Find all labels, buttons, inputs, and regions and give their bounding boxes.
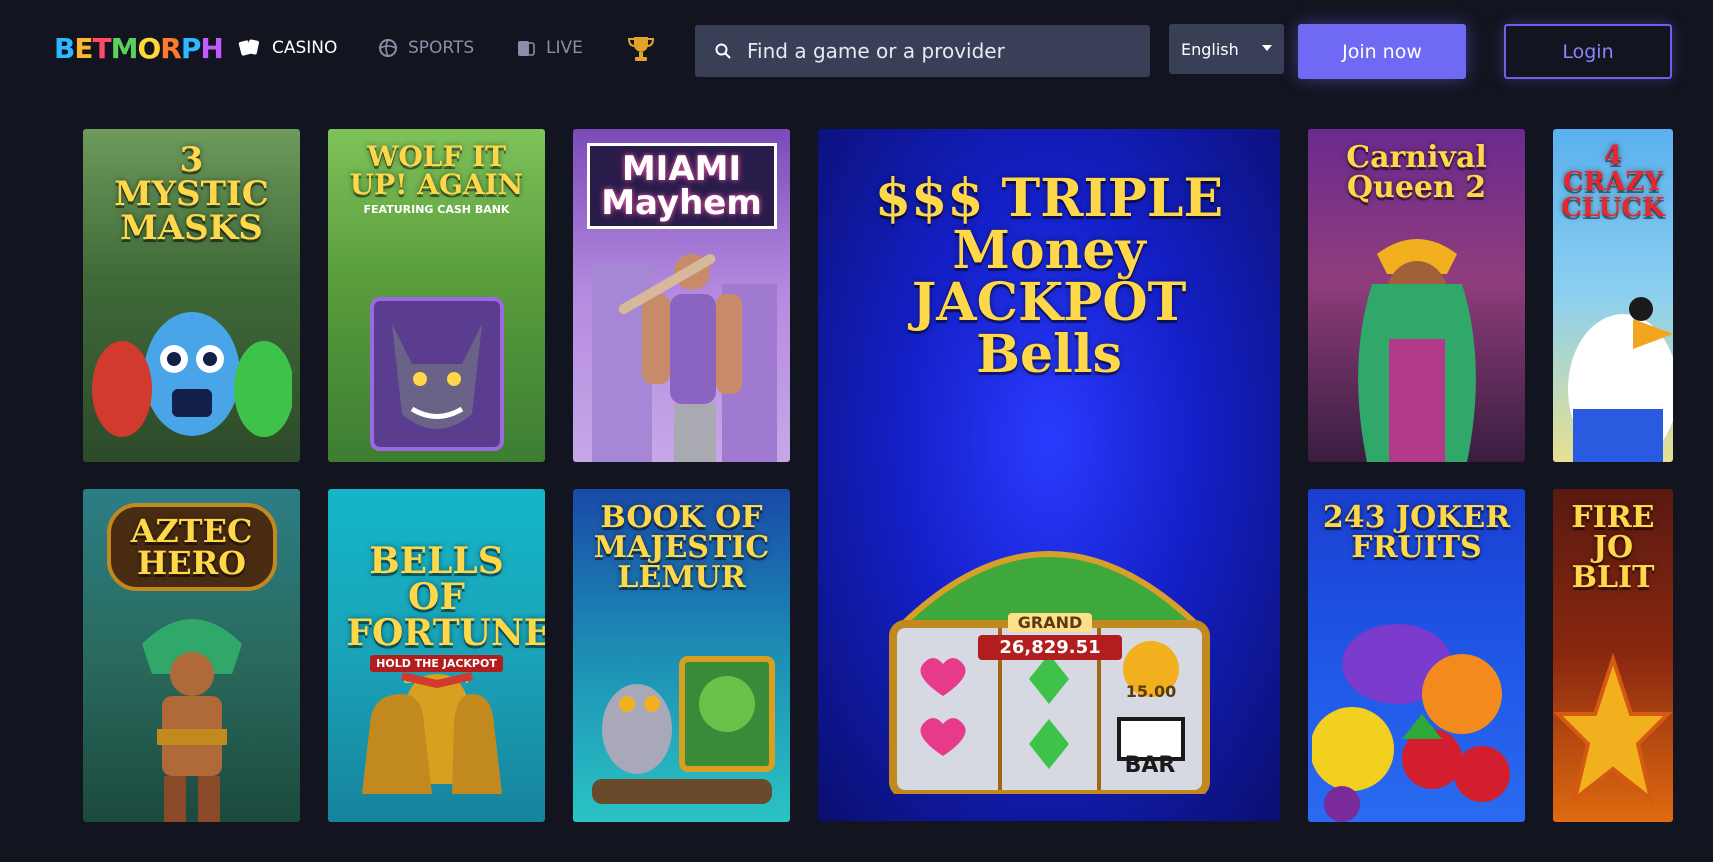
game-tile-3-mystic-masks[interactable]: 3 MYSTIC MASKS: [83, 129, 300, 462]
game-tile-book-of-majestic-lemur[interactable]: BOOK OF MAJESTIC LEMUR: [573, 489, 790, 822]
chevron-down-icon: [1262, 45, 1272, 51]
game-title: 3 MYSTIC MASKS: [114, 140, 269, 248]
nav-casino-label: CASINO: [272, 38, 338, 58]
game-tile-triple-money-jackpot-bells[interactable]: $$$ TRIPLE Money JACKPOT Bells GRAND 26,…: [818, 129, 1280, 821]
game-title: WOLF IT UP! AGAIN: [349, 140, 524, 201]
grand-jackpot-value: 26,829.51: [978, 635, 1122, 660]
game-title: MIAMI Mayhem: [586, 143, 777, 229]
warrior-art: [141, 619, 242, 822]
game-tile-miami-mayhem[interactable]: MIAMI Mayhem: [573, 129, 790, 462]
login-button[interactable]: Login: [1504, 24, 1672, 79]
search-input[interactable]: [747, 39, 1127, 63]
nav-live[interactable]: LIVE: [516, 38, 583, 58]
game-title: 243 JOKER FRUITS: [1322, 500, 1511, 565]
live-dealer-icon: [518, 41, 535, 56]
nav-sports[interactable]: SPORTS: [378, 38, 474, 58]
top-header: BETMORPH CASINO SPORTS LIVE Find a game …: [0, 0, 1713, 100]
game-title: FIRE JO BLIT: [1571, 500, 1655, 595]
ball-icon: [379, 39, 397, 57]
game-tile-fire-joker-blitz[interactable]: FIRE JO BLIT: [1553, 489, 1673, 822]
wolf-art: [369, 297, 504, 451]
game-title: AZTEC HERO: [106, 503, 277, 591]
game-tile-wolf-it-up-again[interactable]: WOLF IT UP! AGAIN FEATURING CASH BANK: [328, 129, 545, 462]
bells-art: [361, 672, 502, 794]
star-art: [1553, 652, 1673, 805]
bar-symbol: BAR: [1124, 753, 1176, 778]
trophy-icon: [627, 37, 655, 61]
lemur-art: [591, 656, 775, 804]
game-tile-carnival-queen-2[interactable]: Carnival Queen 2: [1308, 129, 1525, 462]
masks-art: [91, 312, 292, 437]
game-title: $$$ TRIPLE Money JACKPOT Bells: [874, 168, 1224, 385]
game-title: 4 CRAZY CLUCK: [1561, 141, 1665, 223]
fruits-art: [1311, 624, 1510, 822]
game-tile-243-joker-fruits[interactable]: 243 JOKER FRUITS: [1308, 489, 1525, 822]
join-now-button[interactable]: Join now: [1298, 24, 1466, 79]
cards-icon: [238, 39, 259, 56]
nav-casino[interactable]: CASINO: [238, 38, 337, 58]
betmorph-logo[interactable]: BETMORPH: [54, 32, 224, 65]
trophy-button[interactable]: [626, 34, 656, 68]
game-title: BOOK OF MAJESTIC LEMUR: [593, 500, 770, 595]
nav-sports-label: SPORTS: [408, 38, 475, 58]
game-title: Carnival Queen 2: [1346, 140, 1487, 205]
game-tile-bells-of-fortune[interactable]: BELLS OF FORTUNE HOLD THE JACKPOT CASH I…: [328, 489, 545, 822]
chicken-art: [1568, 297, 1673, 462]
coin-value: 15.00: [1125, 682, 1177, 701]
grand-jackpot-label: GRAND: [1008, 613, 1092, 632]
game-tile-4-crazy-cluck[interactable]: 4 CRAZY CLUCK: [1553, 129, 1673, 462]
queen-art: [1357, 239, 1476, 462]
game-title: BELLS OF FORTUNE: [346, 540, 546, 654]
search-icon: [715, 43, 731, 59]
game-subtitle: FEATURING CASH BANK: [363, 203, 510, 216]
language-value: English: [1181, 39, 1239, 59]
search-bar[interactable]: [695, 25, 1150, 77]
nav-live-label: LIVE: [546, 38, 583, 58]
game-tile-aztec-hero[interactable]: AZTEC HERO: [83, 489, 300, 822]
character-art: [591, 254, 777, 462]
language-select[interactable]: English: [1169, 24, 1284, 74]
